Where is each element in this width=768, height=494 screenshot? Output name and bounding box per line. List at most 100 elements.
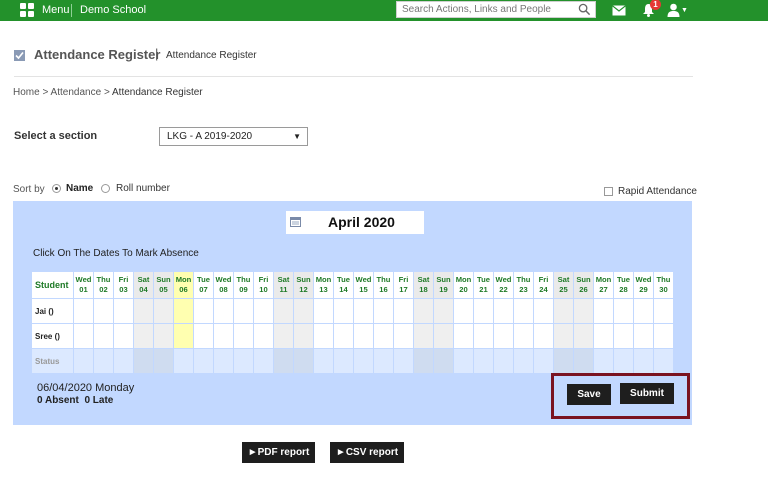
absent-count: 0 Absent xyxy=(37,395,79,406)
grid-menu-icon[interactable] xyxy=(20,3,34,17)
date-header[interactable]: Thu 16 xyxy=(373,271,394,299)
date-header[interactable]: Sat 11 xyxy=(273,271,294,299)
date-header[interactable]: Tue 21 xyxy=(473,271,494,299)
attendance-cell[interactable] xyxy=(533,323,554,349)
breadcrumb-attendance[interactable]: Attendance xyxy=(51,87,102,98)
attendance-cell[interactable] xyxy=(493,298,514,324)
attendance-cell[interactable] xyxy=(193,323,214,349)
date-header[interactable]: Tue 07 xyxy=(193,271,214,299)
date-header[interactable]: Fri 17 xyxy=(393,271,414,299)
attendance-cell[interactable] xyxy=(313,298,334,324)
attendance-cell[interactable] xyxy=(453,298,474,324)
attendance-cell[interactable] xyxy=(233,323,254,349)
date-label: 15 xyxy=(359,285,368,294)
month-picker[interactable]: April 2020 xyxy=(286,211,424,234)
attendance-cell[interactable] xyxy=(353,298,374,324)
chevron-down-icon[interactable]: ▼ xyxy=(681,7,688,14)
save-button[interactable]: Save xyxy=(567,384,611,405)
menu-label[interactable]: Menu xyxy=(42,4,70,16)
attendance-cell[interactable] xyxy=(513,298,534,324)
attendance-cell[interactable] xyxy=(613,298,634,324)
attendance-cell[interactable] xyxy=(173,323,194,349)
attendance-cell[interactable] xyxy=(633,323,654,349)
attendance-cell[interactable] xyxy=(233,298,254,324)
attendance-cell[interactable] xyxy=(313,323,334,349)
attendance-cell[interactable] xyxy=(593,298,614,324)
attendance-cell[interactable] xyxy=(613,323,634,349)
attendance-cell[interactable] xyxy=(373,323,394,349)
rapid-attendance-label[interactable]: Rapid Attendance xyxy=(618,186,697,197)
attendance-cell[interactable] xyxy=(353,323,374,349)
sort-name-label[interactable]: Name xyxy=(66,183,93,194)
user-icon[interactable] xyxy=(667,3,680,17)
breadcrumb-home[interactable]: Home xyxy=(13,87,40,98)
attendance-cell[interactable] xyxy=(393,323,414,349)
attendance-cell[interactable] xyxy=(473,298,494,324)
date-header[interactable]: Fri 24 xyxy=(533,271,554,299)
date-header[interactable]: Mon 27 xyxy=(593,271,614,299)
date-header[interactable]: Sun 26 xyxy=(573,271,594,299)
date-header[interactable]: Mon 20 xyxy=(453,271,474,299)
date-header[interactable]: Thu 09 xyxy=(233,271,254,299)
attendance-cell[interactable] xyxy=(393,298,414,324)
attendance-cell[interactable] xyxy=(253,298,274,324)
attendance-cell[interactable] xyxy=(93,298,114,324)
date-header[interactable]: Sun 05 xyxy=(153,271,174,299)
date-header[interactable]: Thu 02 xyxy=(93,271,114,299)
attendance-cell[interactable] xyxy=(593,323,614,349)
sort-name-radio[interactable] xyxy=(52,184,61,193)
search-icon[interactable] xyxy=(578,3,591,16)
date-header[interactable]: Sat 04 xyxy=(133,271,154,299)
calendar-icon[interactable] xyxy=(290,216,301,227)
date-header[interactable]: Wed 15 xyxy=(353,271,374,299)
attendance-cell[interactable] xyxy=(253,323,274,349)
attendance-cell[interactable] xyxy=(333,323,354,349)
date-header[interactable]: Tue 28 xyxy=(613,271,634,299)
attendance-cell[interactable] xyxy=(213,298,234,324)
attendance-cell[interactable] xyxy=(213,323,234,349)
date-header[interactable]: Wed 22 xyxy=(493,271,514,299)
attendance-cell[interactable] xyxy=(453,323,474,349)
date-header[interactable]: Fri 10 xyxy=(253,271,274,299)
attendance-cell[interactable] xyxy=(73,323,94,349)
rapid-attendance-checkbox[interactable] xyxy=(604,187,613,196)
attendance-cell[interactable] xyxy=(113,298,134,324)
attendance-cell[interactable] xyxy=(73,298,94,324)
attendance-cell[interactable] xyxy=(633,298,654,324)
attendance-cell[interactable] xyxy=(193,298,214,324)
sort-roll-radio[interactable] xyxy=(101,184,110,193)
pdf-report-button[interactable]: ►PDF report xyxy=(242,442,315,463)
weekday-label: Sat xyxy=(137,275,150,284)
attendance-cell[interactable] xyxy=(113,323,134,349)
date-header[interactable]: Tue 14 xyxy=(333,271,354,299)
date-header[interactable]: Sat 18 xyxy=(413,271,434,299)
date-header[interactable]: Sun 12 xyxy=(293,271,314,299)
attendance-cell[interactable] xyxy=(653,323,674,349)
search-input[interactable] xyxy=(397,2,572,17)
date-header[interactable]: Thu 23 xyxy=(513,271,534,299)
date-header[interactable]: Wed 29 xyxy=(633,271,654,299)
date-header[interactable]: Mon 13 xyxy=(313,271,334,299)
date-header[interactable]: Wed 08 xyxy=(213,271,234,299)
attendance-cell[interactable] xyxy=(533,298,554,324)
submit-button[interactable]: Submit xyxy=(620,383,674,404)
csv-report-button[interactable]: ►CSV report xyxy=(330,442,404,463)
section-select[interactable]: LKG - A 2019-2020 ▼ xyxy=(159,127,308,146)
sort-roll-label[interactable]: Roll number xyxy=(116,183,170,194)
attendance-cell[interactable] xyxy=(513,323,534,349)
date-header[interactable]: Sat 25 xyxy=(553,271,574,299)
attendance-cell[interactable] xyxy=(373,298,394,324)
attendance-cell[interactable] xyxy=(333,298,354,324)
date-header[interactable]: Wed 01 xyxy=(73,271,94,299)
attendance-cell[interactable] xyxy=(173,298,194,324)
attendance-cell[interactable] xyxy=(653,298,674,324)
attendance-cell[interactable] xyxy=(93,323,114,349)
attendance-cell[interactable] xyxy=(493,323,514,349)
mail-icon[interactable] xyxy=(612,5,626,16)
attendance-cell[interactable] xyxy=(473,323,494,349)
school-name[interactable]: Demo School xyxy=(80,4,146,16)
date-header[interactable]: Fri 03 xyxy=(113,271,134,299)
date-header[interactable]: Mon 06 xyxy=(173,271,194,299)
date-header[interactable]: Sun 19 xyxy=(433,271,454,299)
date-header[interactable]: Thu 30 xyxy=(653,271,674,299)
